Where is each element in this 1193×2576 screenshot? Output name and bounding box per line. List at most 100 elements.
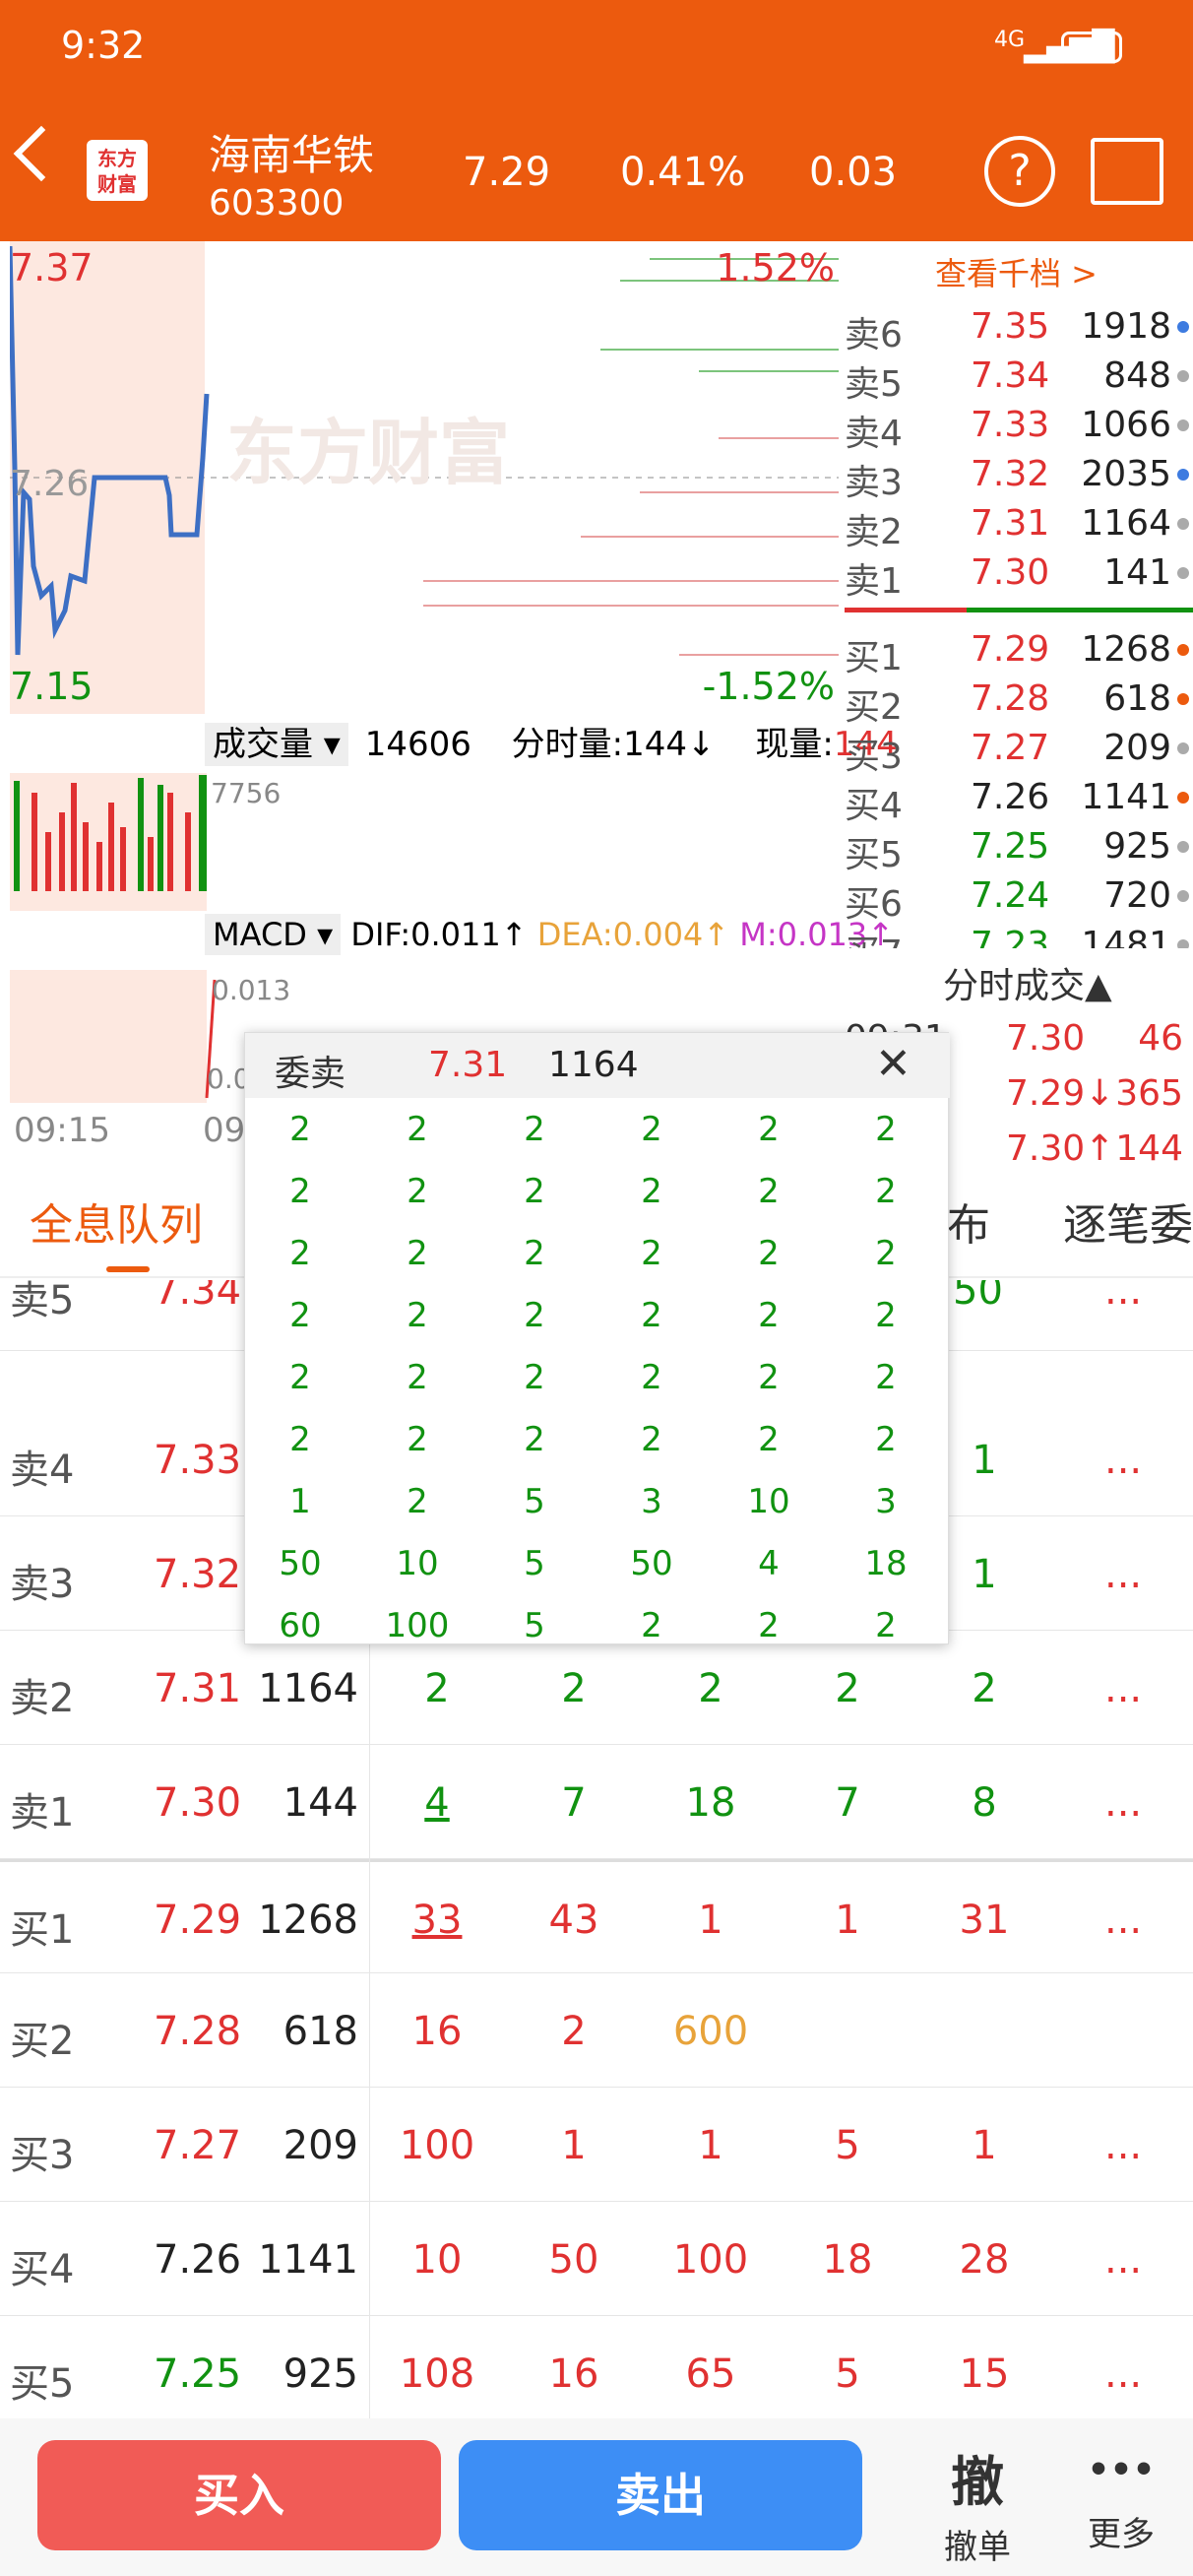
cancel-order-button[interactable]: 撤 撤单 <box>933 2438 1022 2568</box>
queue-row[interactable]: 买4 7.26 1141 10 50 100 18 28... <box>0 2202 1193 2316</box>
tab-distribution[interactable]: 布 <box>947 1190 990 1253</box>
queue-order-cell[interactable]: 2 <box>378 1666 496 1711</box>
queue-order-cell[interactable]: 1 <box>652 1898 770 1943</box>
queue-order-cell[interactable]: 18 <box>788 2237 907 2283</box>
popup-order-cell: 2 <box>289 1110 311 1149</box>
view-thousand-depth-link[interactable]: 查看千档 > <box>935 249 1098 294</box>
queue-order-cell[interactable]: 2 <box>652 1666 770 1711</box>
queue-row[interactable]: 卖2 7.31 1164 2 2 2 2 2... <box>0 1631 1193 1745</box>
more-icon: ••• <box>1087 2450 1156 2490</box>
queue-order-cell[interactable]: 100 <box>652 2237 770 2283</box>
queue-volume: 209 <box>283 2123 358 2168</box>
queue-more-link[interactable]: ... <box>1104 2237 1142 2283</box>
close-icon[interactable]: ✕ <box>875 1039 911 1089</box>
queue-order-cell[interactable]: 108 <box>378 2351 496 2397</box>
queue-order-cell[interactable]: 2 <box>788 1666 907 1711</box>
back-icon[interactable] <box>13 125 70 182</box>
buy-button[interactable]: 买入 <box>37 2440 441 2550</box>
queue-more-link[interactable]: ... <box>1104 2123 1142 2168</box>
queue-order-cell[interactable]: 15 <box>925 2351 1043 2397</box>
queue-order-cell[interactable]: 7 <box>788 1780 907 1826</box>
queue-order-cell[interactable]: 65 <box>652 2351 770 2397</box>
popup-order-cell: 18 <box>864 1544 908 1583</box>
popup-order-cell: 100 <box>385 1606 450 1645</box>
queue-order-cell[interactable]: 7 <box>515 1780 633 1826</box>
queue-order-cell[interactable]: 28 <box>925 2237 1043 2283</box>
queue-more-link[interactable]: ... <box>1104 2351 1142 2397</box>
bid-volume: 1141 <box>1081 777 1171 817</box>
queue-order-cell[interactable]: 5 <box>788 2351 907 2397</box>
popup-order-cell: 2 <box>289 1234 311 1273</box>
queue-row[interactable]: 买5 7.25 925 108 16 65 5 15... <box>0 2316 1193 2430</box>
ask-row[interactable]: 卖1 7.30 141 <box>845 547 1193 602</box>
ask-price: 7.34 <box>971 355 1050 396</box>
ask-row[interactable]: 卖2 7.31 1164 <box>845 497 1193 552</box>
queue-order-cell[interactable]: 2 <box>515 2009 633 2054</box>
queue-more-link[interactable]: ... <box>1104 1780 1142 1826</box>
x-cut-label: 09 <box>203 1111 246 1150</box>
queue-order-cell[interactable]: 1 <box>515 2123 633 2168</box>
more-button[interactable]: ••• 更多 <box>1077 2438 1165 2555</box>
ask-row[interactable]: 卖3 7.32 2035 <box>845 448 1193 503</box>
queue-order-cell[interactable]: 33 <box>378 1898 496 1943</box>
help-icon[interactable]: ? <box>984 136 1055 207</box>
queue-order-cell[interactable]: 8 <box>925 1780 1043 1826</box>
queue-more-link[interactable]: ... <box>1104 1898 1142 1943</box>
bid-row[interactable]: 买2 7.28 618 <box>845 673 1193 728</box>
queue-order-cell[interactable]: 31 <box>925 1898 1043 1943</box>
ask-row[interactable]: 卖4 7.33 1066 <box>845 399 1193 454</box>
queue-order-cell[interactable]: 43 <box>515 1898 633 1943</box>
split-screen-icon[interactable] <box>1091 138 1163 205</box>
popup-order-cell: 2 <box>875 1172 897 1211</box>
popup-order-cell: 2 <box>875 1606 897 1645</box>
queue-order-cell[interactable]: 2 <box>925 1666 1043 1711</box>
bid-row[interactable]: 买7 7.23 1481 <box>845 919 1193 948</box>
cancel-icon: 撤 <box>951 2451 1004 2513</box>
ask-volume: 2035 <box>1081 454 1171 494</box>
queue-row[interactable]: 卖1 7.30 144 4 7 18 7 8... <box>0 1745 1193 1859</box>
tab-quanxi[interactable]: 全息队列 <box>30 1190 203 1253</box>
queue-order-cell[interactable]: 4 <box>378 1780 496 1826</box>
queue-order-cell[interactable]: 18 <box>652 1780 770 1826</box>
queue-order-cell[interactable]: 2 <box>515 1666 633 1711</box>
queue-price: 7.32 <box>154 1552 242 1597</box>
macd-dropdown[interactable]: MACD ▾ <box>205 914 342 955</box>
queue-more-link[interactable]: ... <box>1104 1666 1142 1711</box>
app-header: 9:32 4G ▂▄▆█ 78 东方 财富 海南华铁 603300 7.29 0… <box>0 0 1193 241</box>
popup-order-cell: 2 <box>875 1296 897 1335</box>
ask-row[interactable]: 卖6 7.35 1918 <box>845 300 1193 355</box>
popup-order-cell: 2 <box>524 1110 545 1149</box>
bid-volume: 1268 <box>1081 629 1171 670</box>
queue-order-cell[interactable]: 1 <box>925 2123 1043 2168</box>
intraday-chart[interactable]: 东方财富 7.37 7.26 7.15 1.52% -1.52% <box>10 241 839 714</box>
queue-order-cell[interactable]: 50 <box>515 2237 633 2283</box>
bid-row[interactable]: 买3 7.27 209 <box>845 722 1193 777</box>
queue-order-cell[interactable]: 1 <box>652 2123 770 2168</box>
queue-order-cell[interactable]: 1 <box>788 1898 907 1943</box>
order-dot-icon <box>1177 693 1189 705</box>
queue-order-cell[interactable]: 16 <box>378 2009 496 2054</box>
tab-zhubi[interactable]: 逐笔委 <box>1063 1190 1193 1253</box>
sell-button[interactable]: 卖出 <box>459 2440 862 2550</box>
bid-row[interactable]: 买5 7.25 925 <box>845 820 1193 875</box>
queue-row[interactable]: 买1 7.29 1268 33 43 1 1 31... <box>0 1859 1193 1973</box>
queue-more-link[interactable]: ... <box>1104 1552 1142 1597</box>
queue-price: 7.25 <box>154 2351 242 2397</box>
queue-order-cell[interactable]: 600 <box>652 2009 770 2054</box>
queue-more-link[interactable]: ... <box>1104 1438 1142 1483</box>
queue-order-cell[interactable]: 16 <box>515 2351 633 2397</box>
bid-row[interactable]: 买1 7.29 1268 <box>845 623 1193 678</box>
queue-order-cell[interactable]: 10 <box>378 2237 496 2283</box>
queue-row[interactable]: 买3 7.27 209 100 1 1 5 1... <box>0 2088 1193 2202</box>
trades-title[interactable]: 分时成交▲ <box>943 957 1112 1008</box>
bid-row[interactable]: 买4 7.26 1141 <box>845 771 1193 826</box>
ask-row[interactable]: 卖5 7.34 848 <box>845 350 1193 405</box>
queue-order-cell[interactable]: 100 <box>378 2123 496 2168</box>
pct-min-label: -1.52% <box>703 665 835 708</box>
popup-order-cell: 2 <box>641 1110 662 1149</box>
bid-row[interactable]: 买6 7.24 720 <box>845 869 1193 925</box>
volume-dropdown[interactable]: 成交量 ▾ <box>205 723 348 766</box>
popup-order-cell: 2 <box>758 1420 780 1459</box>
queue-order-cell[interactable]: 5 <box>788 2123 907 2168</box>
queue-row[interactable]: 买2 7.28 618 16 2 600 <box>0 1973 1193 2088</box>
